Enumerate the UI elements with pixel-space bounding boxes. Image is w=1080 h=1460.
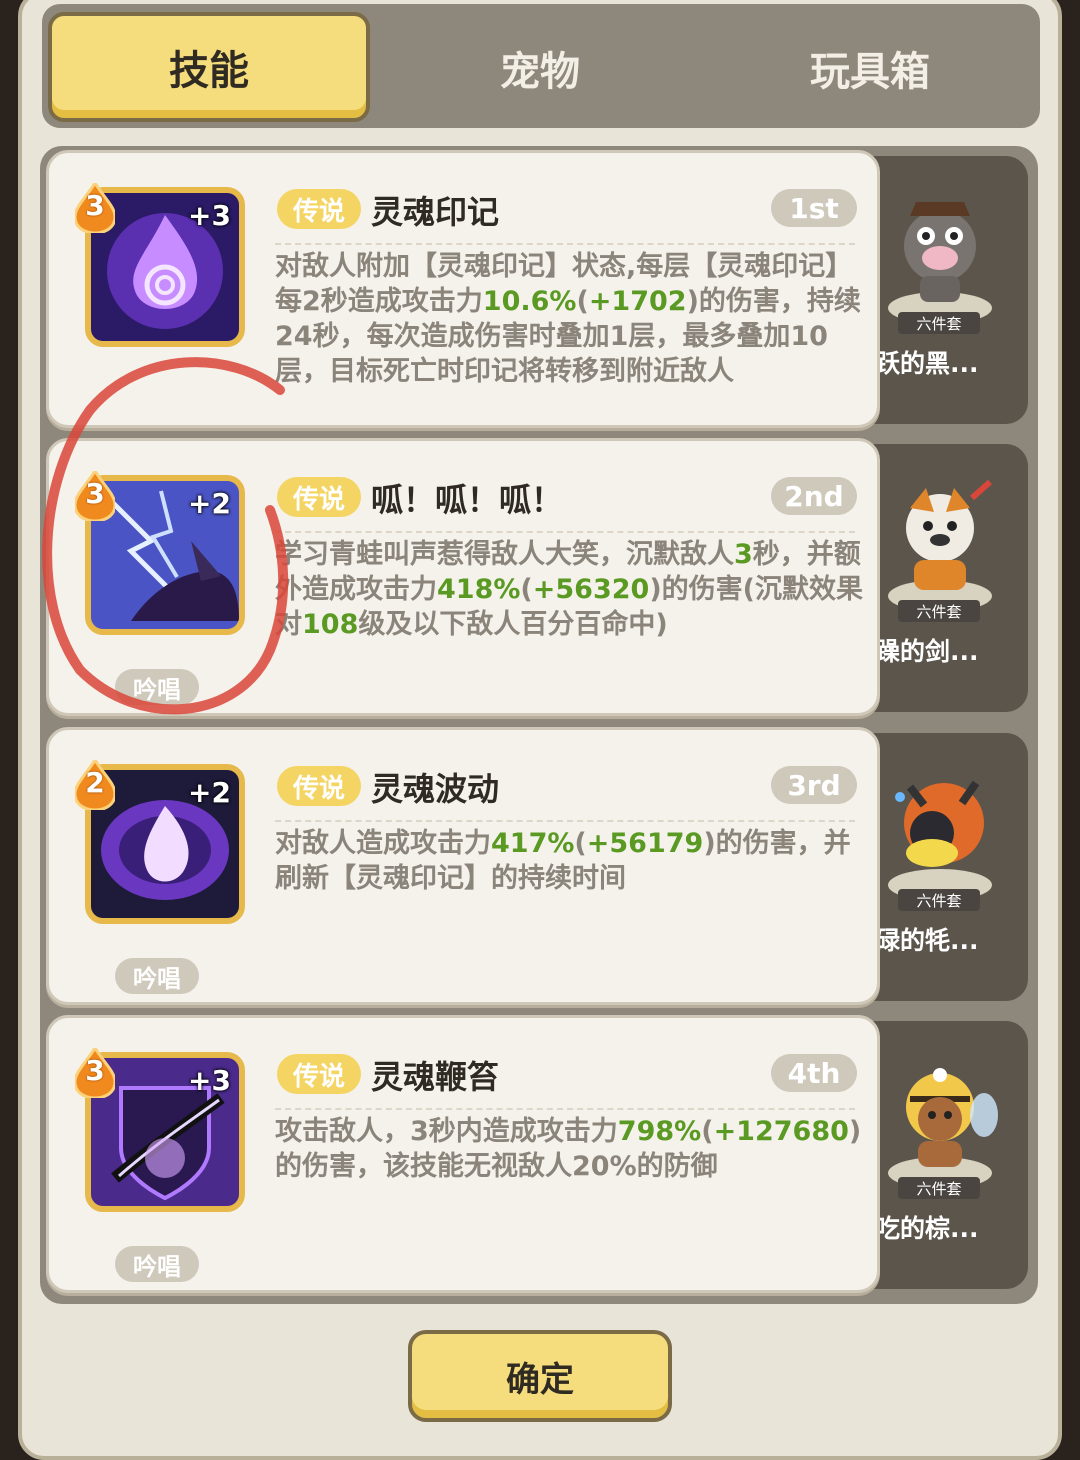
rarity-badge: 传说 (277, 1054, 361, 1094)
divider (275, 1108, 855, 1110)
tab-skills[interactable]: 技能 (48, 12, 370, 122)
skill-description: 攻击敌人，3秒内造成攻击力798%(+127680)的伤害，该技能无视敌人20%… (275, 1114, 865, 1184)
skill-name: 灵魂印记 (371, 193, 500, 231)
skill-plus-level: +2 (188, 487, 231, 520)
skill-desc-segment: +127680 (713, 1116, 849, 1147)
rarity-badge: 传说 (277, 766, 361, 806)
divider (275, 531, 855, 533)
skill-desc-segment: ( (574, 828, 587, 859)
skill-desc-segment: 学习青蛙叫声惹得敌人大笑，沉默敌人 (275, 539, 734, 570)
confirm-button[interactable]: 确定 (408, 1330, 672, 1422)
skill-description: 学习青蛙叫声惹得敌人大笑，沉默敌人3秒，并额外造成攻击力418%(+56320)… (275, 537, 865, 642)
skill-row: 六件套 活跃的黑... +3 3 传说 灵魂印记 1st 对敌人附加【灵魂印记】… (46, 150, 1028, 428)
chant-tag: 吟唱 (115, 1246, 199, 1282)
skill-card[interactable]: +3 3 传说 灵魂印记 1st 对敌人附加【灵魂印记】状态,每层【灵魂印记】每… (46, 150, 880, 428)
skill-desc-segment: +56320 (532, 574, 650, 605)
skill-plus-level: +2 (188, 776, 231, 809)
skill-level: 3 (85, 1054, 105, 1087)
skill-row: 六件套 忙碌的牦... +2 2 吟唱 传说 灵魂波动 3rd 对敌人造成攻击力… (46, 727, 1028, 1005)
skill-desc-segment: 攻击敌人，3秒内造成攻击力 (275, 1116, 618, 1147)
skill-card[interactable]: +2 3 吟唱 传说 呱！呱！呱！ 2nd 学习青蛙叫声惹得敌人大笑，沉默敌人3… (46, 438, 880, 716)
skill-description: 对敌人附加【灵魂印记】状态,每层【灵魂印记】每2秒造成攻击力10.6%(+170… (275, 249, 865, 389)
skill-desc-segment: 对敌人造成攻击力 (275, 828, 491, 859)
skill-description: 对敌人造成攻击力417%(+56179)的伤害，并刷新【灵魂印记】的持续时间 (275, 826, 865, 896)
skill-desc-segment: +1702 (588, 286, 687, 317)
skill-plus-level: +3 (188, 1064, 231, 1097)
chant-tag: 吟唱 (115, 958, 199, 994)
skill-desc-segment: 10.6% (482, 286, 577, 317)
skill-level: 3 (85, 477, 105, 510)
chant-tag: 吟唱 (115, 669, 199, 705)
skill-name: 灵魂鞭笞 (371, 1058, 500, 1096)
dog-pet-icon (888, 479, 992, 612)
skill-plus-level: +3 (188, 199, 231, 232)
skill-desc-segment: ( (520, 574, 533, 605)
skill-rank: 1st (771, 189, 857, 227)
rarity-badge: 传说 (277, 477, 361, 517)
skill-level-badge: 3 (73, 1045, 117, 1100)
tab-pets[interactable]: 宠物 (380, 20, 700, 116)
skill-desc-segment: 3 (734, 539, 753, 570)
pet-set-label: 六件套 (898, 600, 980, 622)
skill-level-badge: 3 (73, 468, 117, 523)
skill-desc-segment: 798% (617, 1116, 702, 1147)
divider (275, 243, 855, 245)
skill-desc-segment: ( (701, 1116, 714, 1147)
skill-desc-segment: 级及以下敌人百分百命中) (358, 609, 668, 640)
skill-rank: 4th (771, 1054, 857, 1092)
skill-row: 六件套 暴躁的剑... +2 3 吟唱 传说 呱！呱！呱！ 2nd 学习青蛙叫声… (46, 438, 1028, 716)
rarity-badge: 传说 (277, 189, 361, 229)
pet-set-label: 六件套 (898, 889, 980, 911)
bee-bear-pet-icon (888, 1068, 998, 1189)
skill-level: 3 (85, 189, 105, 222)
skill-desc-segment: ( (576, 286, 589, 317)
skill-name: 呱！呱！呱！ (371, 481, 564, 519)
tab-toy-box[interactable]: 玩具箱 (710, 20, 1030, 116)
yak-pet-icon (888, 780, 992, 901)
skill-rank: 2nd (771, 477, 857, 515)
pig-pet-icon (888, 202, 992, 324)
skill-rank: 3rd (771, 766, 857, 804)
skill-desc-segment: 108 (302, 609, 359, 640)
skill-level: 2 (85, 766, 105, 799)
pet-set-label: 六件套 (898, 1177, 980, 1199)
skill-desc-segment: 417% (491, 828, 575, 859)
skill-desc-segment: 418% (437, 574, 521, 605)
skill-level-badge: 3 (73, 180, 117, 235)
skill-card[interactable]: +3 3 吟唱 传说 灵魂鞭笞 4th 攻击敌人，3秒内造成攻击力798%(+1… (46, 1015, 880, 1293)
skill-name: 灵魂波动 (371, 770, 500, 808)
skill-desc-segment: +56179 (586, 828, 704, 859)
pet-set-label: 六件套 (898, 312, 980, 334)
skill-level-badge: 2 (73, 757, 117, 812)
skill-row: 六件套 贪吃的棕... +3 3 吟唱 传说 灵魂鞭笞 4th 攻击敌人，3秒内… (46, 1015, 1028, 1293)
skill-card[interactable]: +2 2 吟唱 传说 灵魂波动 3rd 对敌人造成攻击力417%(+56179)… (46, 727, 880, 1005)
divider (275, 820, 855, 822)
